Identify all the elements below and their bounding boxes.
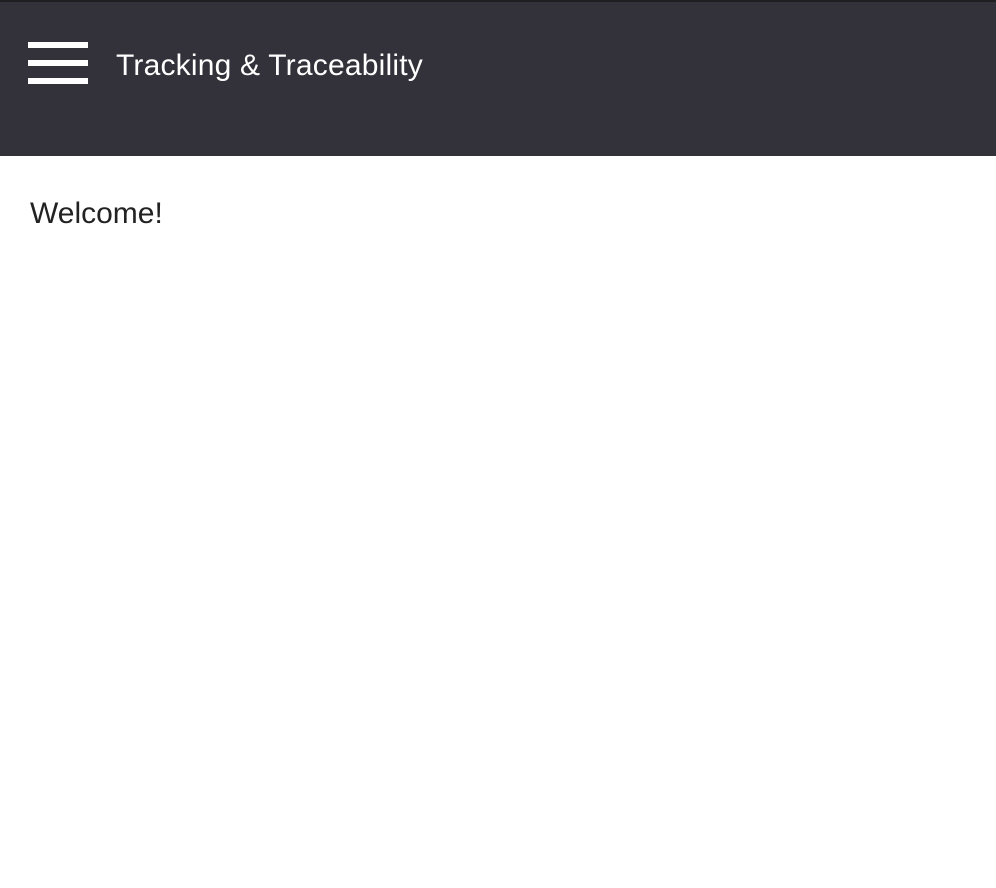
hamburger-menu-icon[interactable] (28, 42, 88, 84)
menu-bar-bottom (28, 78, 88, 84)
app-header: Tracking & Traceability (0, 2, 996, 156)
menu-bar-top (28, 42, 88, 48)
menu-bar-middle (28, 60, 88, 66)
main-content: Welcome! (0, 156, 996, 888)
welcome-message: Welcome! (30, 197, 163, 230)
app-title: Tracking & Traceability (116, 49, 423, 82)
